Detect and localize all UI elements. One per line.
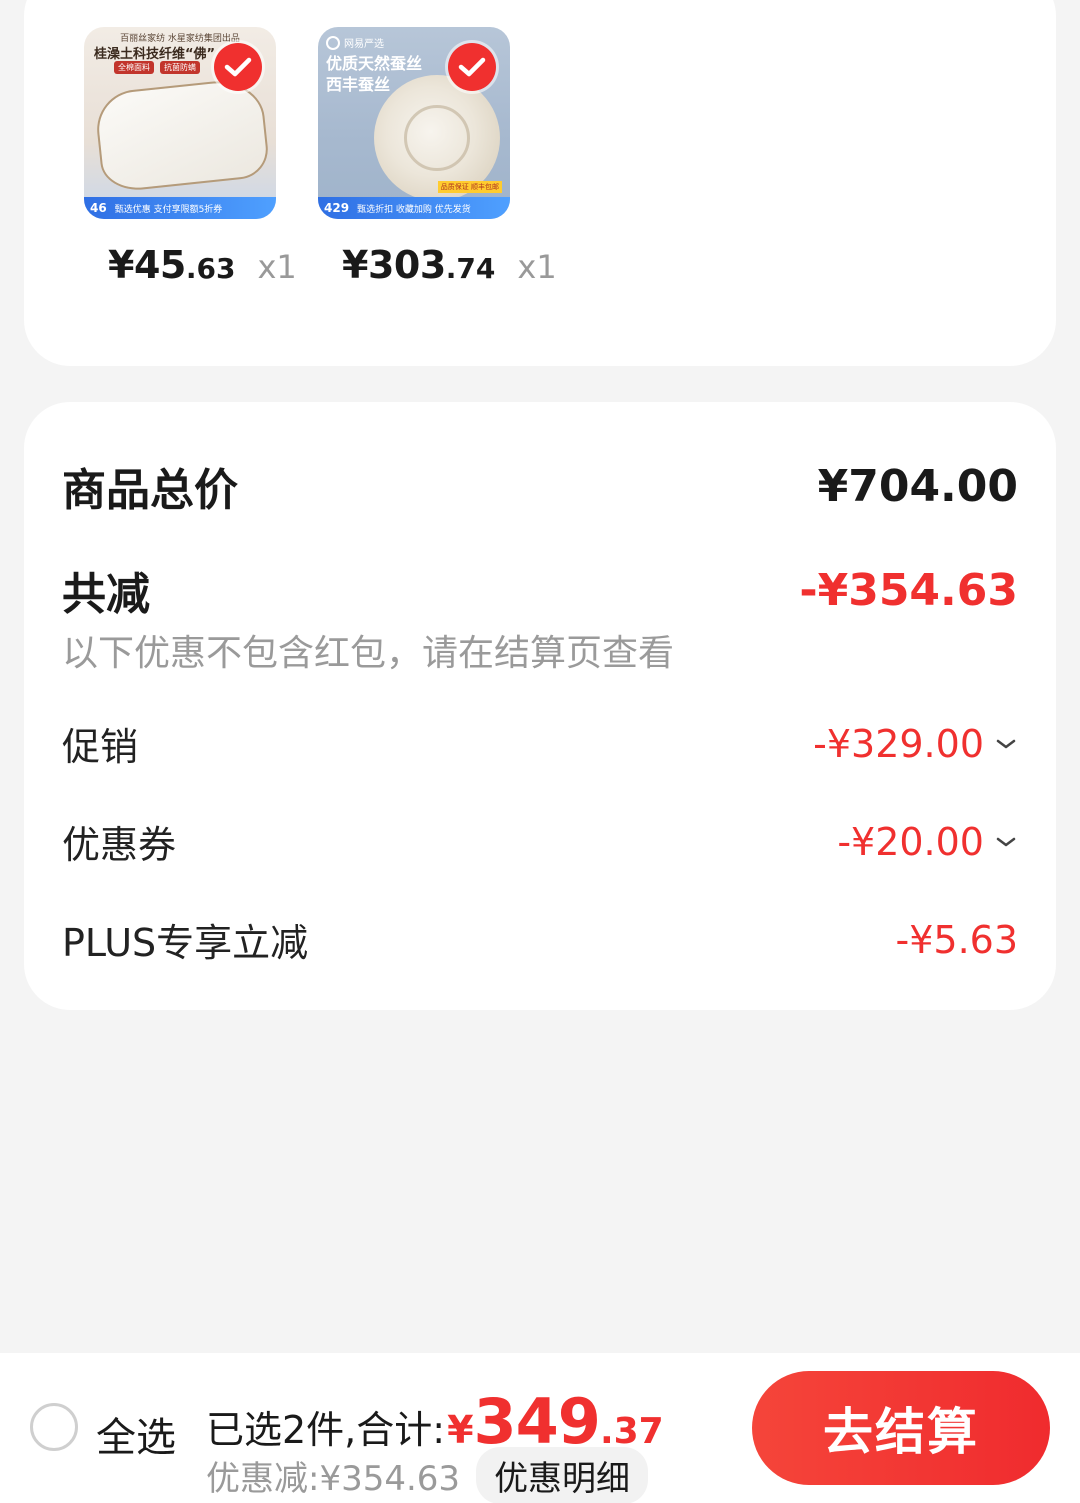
thumb-promo-price: 46	[90, 201, 107, 215]
product-quantity: x1	[517, 248, 557, 286]
checkout-button[interactable]: 去结算	[752, 1371, 1050, 1485]
product-price-row: ¥303 .74 x1	[342, 243, 557, 287]
product-item-silk-quilt[interactable]: 网易严选 优质天然蚕丝 西丰蚕丝 品质保证 顺丰包邮 429 甄选折扣 收藏加购…	[318, 27, 557, 287]
product-price-dec: .63	[185, 252, 236, 285]
thumb-promo-text: 甄选折扣 收藏加购 优先发货	[357, 204, 471, 215]
plus-discount-label: PLUS专享立减	[62, 921, 309, 965]
product-item-pillow[interactable]: 百丽丝家纺 水星家纺集团出品 桂澡土科技纤维“佛” 全棉面料 抗菌防螨 46 甄…	[84, 27, 297, 287]
discount-amount-text: 优惠减:¥354.63	[206, 1459, 461, 1499]
coupon-value: -¥20.00	[837, 819, 984, 864]
total-amount-dec: .37	[599, 1411, 664, 1452]
cart-products-card: 百丽丝家纺 水星家纺集团出品 桂澡土科技纤维“佛” 全棉面料 抗菌防螨 46 甄…	[24, 0, 1056, 366]
total-reduction-label: 共减	[62, 569, 150, 620]
selected-check-icon[interactable]	[448, 43, 496, 91]
total-currency: ¥	[447, 1408, 474, 1452]
thumb-headline-line: 优质天然蚕丝	[326, 54, 423, 73]
brand-logo-icon	[326, 35, 340, 50]
product-thumbnail[interactable]: 网易严选 优质天然蚕丝 西丰蚕丝 品质保证 顺丰包邮 429 甄选折扣 收藏加购…	[318, 27, 510, 219]
thumb-tag: 抗菌防螨	[160, 61, 200, 74]
product-price-int: ¥303	[342, 243, 446, 287]
chevron-down-icon[interactable]	[994, 732, 1018, 756]
thumb-brand: 网易严选	[326, 35, 384, 50]
promotion-value: -¥329.00	[813, 721, 984, 766]
selected-count-text: 已选2件,合计:	[206, 1408, 446, 1452]
reduction-note: 以下优惠不包含红包，请在结算页查看	[62, 633, 675, 674]
thumb-sub-tag: 品质保证 顺丰包邮	[437, 181, 502, 193]
select-all-label[interactable]: 全选	[96, 1405, 176, 1463]
price-summary-card: 商品总价 ¥704.00 共减 -¥354.63 以下优惠不包含红包，请在结算页…	[24, 402, 1056, 1010]
goods-total-row: 商品总价 ¥704.00	[62, 454, 1018, 518]
discount-detail-button[interactable]: 优惠明细	[476, 1447, 649, 1503]
product-price-dec: .74	[445, 252, 496, 285]
thumb-brand-text: 网易严选	[344, 39, 384, 50]
thumb-tags: 全棉面料 抗菌防螨	[114, 61, 200, 74]
pillow-image	[93, 76, 271, 194]
checkout-bar: 全选 已选2件,合计: ¥ 349 .37 优惠减:¥354.63 优惠明细 去…	[0, 1353, 1080, 1503]
plus-discount-value: -¥5.63	[895, 917, 1019, 962]
coupon-row[interactable]: 优惠券 -¥20.00	[62, 814, 1018, 869]
thumb-promo-text: 甄选优惠 支付享限额5折券	[114, 204, 223, 215]
coupon-value-wrap[interactable]: -¥20.00	[837, 820, 1018, 864]
select-all-checkbox[interactable]	[30, 1403, 78, 1451]
total-reduction-row: 共减 -¥354.63	[62, 558, 1018, 622]
promotion-label: 促销	[62, 725, 139, 769]
goods-total-value: ¥704.00	[817, 460, 1018, 512]
product-thumbnail[interactable]: 百丽丝家纺 水星家纺集团出品 桂澡土科技纤维“佛” 全棉面料 抗菌防螨 46 甄…	[84, 27, 276, 219]
total-reduction-value: -¥354.63	[799, 564, 1018, 616]
thumb-tag: 全棉面料	[114, 61, 154, 74]
product-price-int: ¥45	[108, 243, 186, 287]
thumb-headline: 桂澡土科技纤维“佛”	[94, 47, 216, 62]
chevron-down-icon[interactable]	[994, 830, 1018, 854]
thumb-promo-bar: 429 甄选折扣 收藏加购 优先发货	[318, 197, 510, 219]
selected-check-icon[interactable]	[214, 43, 262, 91]
discount-line: 优惠减:¥354.63 优惠明细	[206, 1447, 649, 1503]
plus-discount-row: PLUS专享立减 -¥5.63	[62, 912, 1018, 967]
goods-total-label: 商品总价	[62, 465, 238, 516]
product-price-row: ¥45 .63 x1	[108, 243, 308, 287]
promotion-row[interactable]: 促销 -¥329.00	[62, 716, 1018, 771]
product-quantity: x1	[257, 248, 297, 286]
thumb-promo-price: 429	[324, 201, 350, 215]
thumb-promo-bar: 46 甄选优惠 支付享限额5折券	[84, 197, 276, 219]
promotion-value-wrap[interactable]: -¥329.00	[813, 722, 1018, 766]
coupon-label: 优惠券	[62, 823, 177, 867]
